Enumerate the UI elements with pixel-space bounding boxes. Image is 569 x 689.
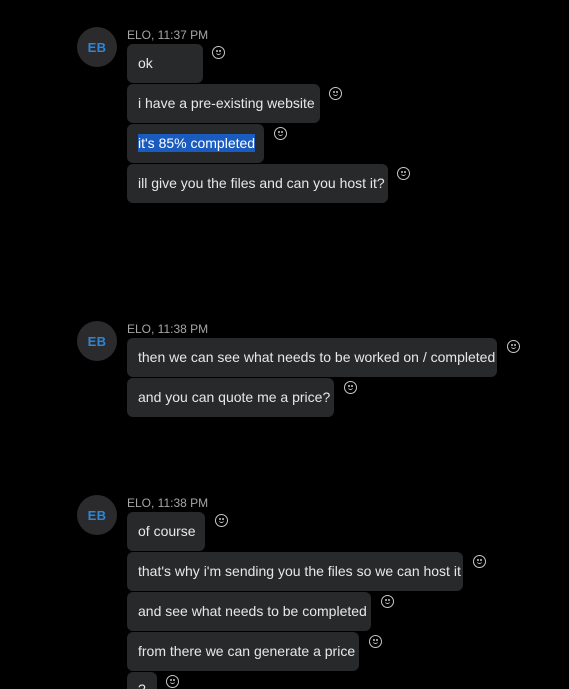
message-bubble[interactable]: then we can see what needs to be worked …	[127, 338, 497, 377]
message-text: and see what needs to be completed	[138, 603, 367, 619]
message-text: and you can quote me a price?	[138, 389, 331, 405]
avatar[interactable]: EB	[77, 321, 117, 361]
add-reaction-smiley-icon[interactable]	[344, 381, 357, 394]
message-text: ok	[138, 55, 153, 71]
avatar[interactable]: EB	[77, 495, 117, 535]
message-text: ill give you the files and can you host …	[138, 175, 385, 191]
add-reaction-smiley-icon[interactable]	[212, 46, 225, 59]
message-bubble[interactable]: from there we can generate a price	[127, 632, 359, 671]
add-reaction-smiley-icon[interactable]	[274, 127, 287, 140]
message-author-time: ELO, 11:38 PM	[127, 496, 209, 510]
message-bubble[interactable]: that's why i'm sending you the files so …	[127, 552, 463, 591]
message-text: then we can see what needs to be worked …	[138, 349, 496, 365]
message-text: i have a pre-existing website	[138, 95, 315, 111]
message-bubble[interactable]: and you can quote me a price?	[127, 378, 334, 417]
add-reaction-smiley-icon[interactable]	[473, 555, 486, 568]
message-text: of course	[138, 523, 196, 539]
message-text: from there we can generate a price	[138, 643, 356, 659]
message-bubble[interactable]: ok	[127, 44, 203, 83]
message-bubble[interactable]: ?	[127, 672, 157, 689]
message-bubble[interactable]: it's 85% completed	[127, 124, 264, 163]
message-author-time: ELO, 11:38 PM	[127, 322, 209, 336]
add-reaction-smiley-icon[interactable]	[166, 675, 179, 688]
add-reaction-smiley-icon[interactable]	[369, 635, 382, 648]
avatar[interactable]: EB	[77, 27, 117, 67]
message-author-time: ELO, 11:37 PM	[127, 28, 209, 42]
message-text: ?	[138, 681, 146, 689]
add-reaction-smiley-icon[interactable]	[397, 167, 410, 180]
add-reaction-smiley-icon[interactable]	[381, 595, 394, 608]
selected-message-text: it's 85% completed	[138, 134, 256, 152]
add-reaction-smiley-icon[interactable]	[507, 340, 520, 353]
message-bubble[interactable]: of course	[127, 512, 205, 551]
add-reaction-smiley-icon[interactable]	[215, 514, 228, 527]
message-bubble[interactable]: ill give you the files and can you host …	[127, 164, 388, 203]
message-bubble[interactable]: i have a pre-existing website	[127, 84, 320, 123]
add-reaction-smiley-icon[interactable]	[329, 87, 342, 100]
message-text: that's why i'm sending you the files so …	[138, 563, 461, 579]
message-bubble[interactable]: and see what needs to be completed	[127, 592, 371, 631]
